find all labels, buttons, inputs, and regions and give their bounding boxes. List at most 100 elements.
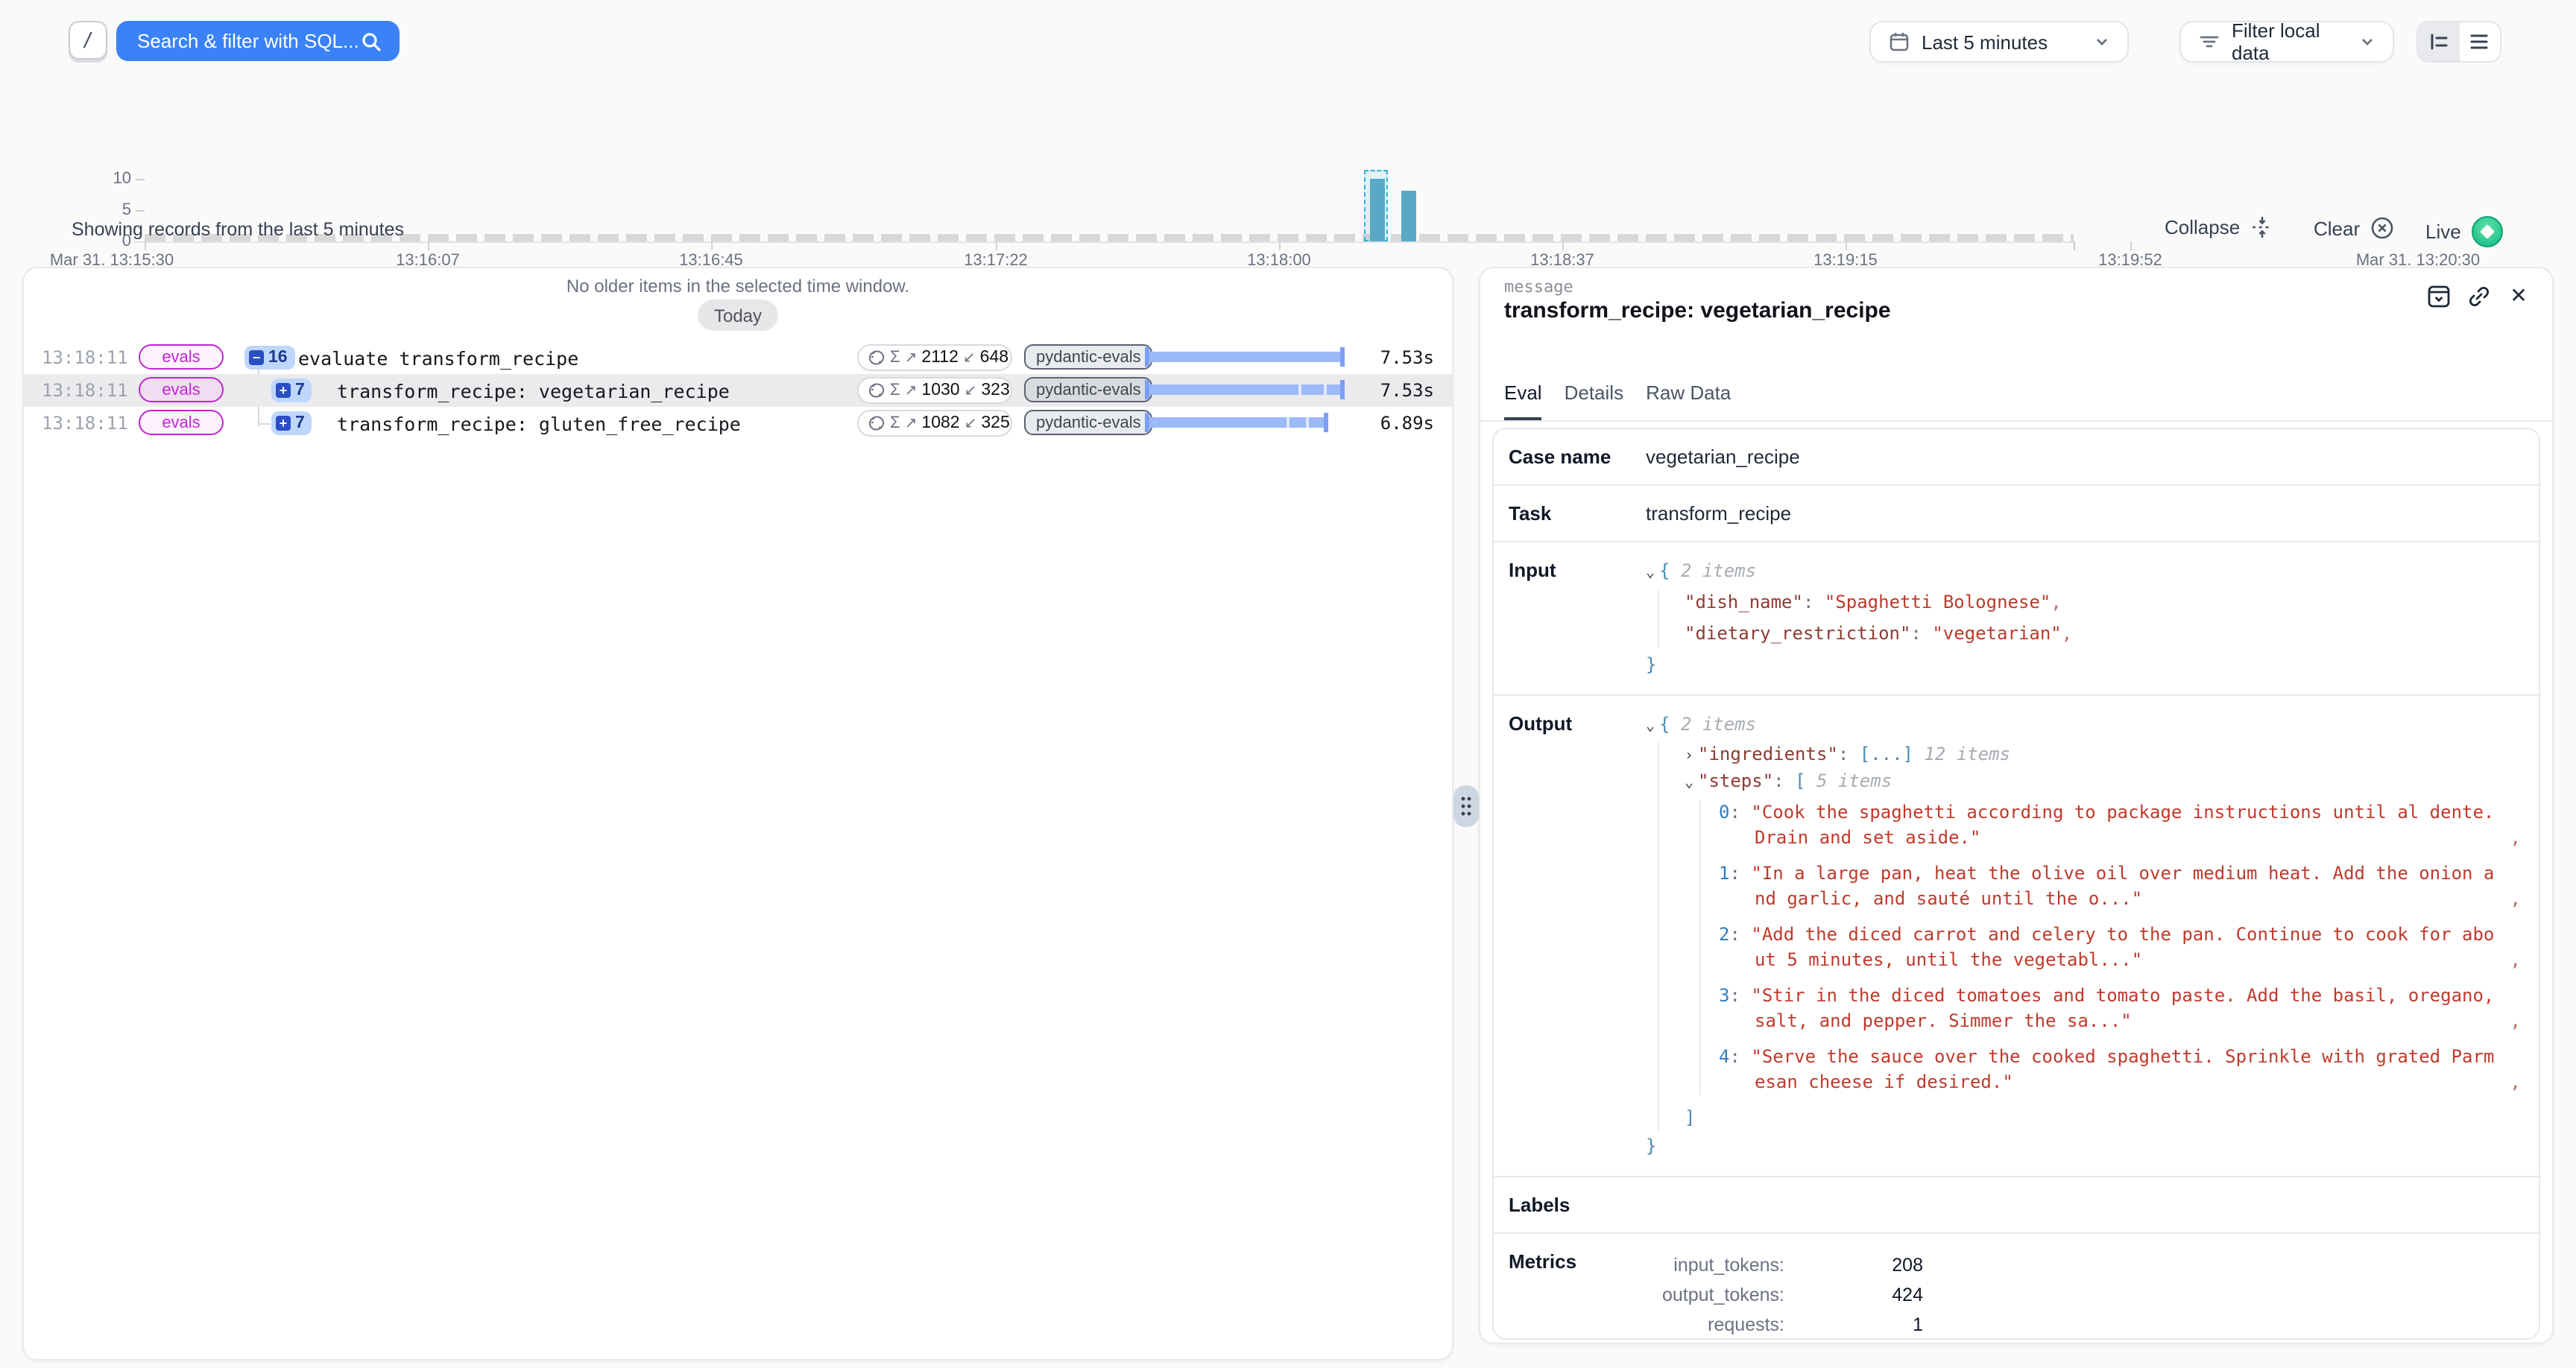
timeline-chart[interactable]: 10 5 0 Mar 31. 13:15:30 13:16:07 13:16:4… bbox=[0, 77, 2576, 194]
json-key: "dietary_restriction" bbox=[1685, 623, 1910, 644]
comma: , bbox=[2510, 1070, 2521, 1095]
colon: : bbox=[1803, 592, 1825, 612]
gantt-bar[interactable] bbox=[1145, 380, 1345, 399]
comma: , bbox=[2510, 887, 2521, 912]
chevron-down-icon[interactable]: ⌄ bbox=[1646, 714, 1659, 739]
output-tokens-count: 648 bbox=[980, 349, 1008, 367]
empty-window-notice: No older items in the selected time wind… bbox=[24, 276, 1452, 297]
span-name[interactable]: transform_recipe: vegetarian_recipe bbox=[337, 380, 730, 402]
open-brace: { bbox=[1659, 714, 1670, 735]
span-count-badge[interactable]: − 16 bbox=[244, 346, 295, 370]
tab-eval[interactable]: Eval bbox=[1504, 381, 1542, 420]
close-brace: } bbox=[1646, 654, 1656, 675]
items-count-meta: 12 items bbox=[1924, 744, 2010, 764]
collapse-spans-icon[interactable]: − bbox=[249, 350, 264, 365]
json-string-value: "vegetarian" bbox=[1932, 623, 2061, 644]
collapse-icon bbox=[2250, 216, 2273, 238]
output-row: Output ⌄{ 2 items ›"ingredients": [...] … bbox=[1494, 696, 2539, 1177]
case-name-value: vegetarian_recipe bbox=[1646, 446, 1800, 468]
tab-raw-data[interactable]: Raw Data bbox=[1646, 381, 1731, 420]
time-range-dropdown[interactable]: Last 5 minutes bbox=[1869, 21, 2129, 63]
duration-label: 7.53s bbox=[1380, 380, 1434, 401]
expand-spans-icon[interactable]: + bbox=[276, 416, 291, 431]
span-name[interactable]: evaluate transform_recipe bbox=[298, 347, 578, 370]
input-label: Input bbox=[1509, 559, 1646, 678]
metric-name: input_tokens: bbox=[1646, 1250, 1784, 1280]
chevron-down-icon[interactable]: ⌄ bbox=[1646, 560, 1659, 586]
search-icon bbox=[361, 31, 382, 51]
dock-panel-icon[interactable] bbox=[2425, 283, 2451, 308]
json-string-value: "Stir in the diced tomatoes and tomato p… bbox=[1751, 985, 2494, 1031]
filter-local-data-dropdown[interactable]: Filter local data bbox=[2179, 21, 2394, 63]
comma: , bbox=[2051, 592, 2061, 612]
json-key: "ingredients" bbox=[1698, 744, 1838, 764]
panel-resize-handle[interactable] bbox=[1453, 785, 1479, 827]
collapse-button[interactable]: Collapse bbox=[2165, 216, 2273, 238]
output-tokens-arrow-icon: ↙ bbox=[963, 349, 976, 366]
output-json-tree[interactable]: ⌄{ 2 items ›"ingredients": [...] 12 item… bbox=[1646, 712, 2524, 1159]
json-string-value: "Spaghetti Bolognese" bbox=[1825, 592, 2051, 612]
span-name[interactable]: transform_recipe: gluten_free_recipe bbox=[337, 413, 741, 435]
input-tokens-count: 1082 bbox=[921, 414, 959, 432]
clear-button[interactable]: Clear bbox=[2314, 216, 2394, 240]
task-row: Task transform_recipe bbox=[1494, 486, 2539, 542]
ingredients-node[interactable]: ›"ingredients": [...] 12 items bbox=[1685, 742, 2524, 769]
list-view-toggle[interactable] bbox=[2459, 22, 2500, 61]
collapse-button-label: Collapse bbox=[2165, 216, 2240, 238]
record-kind-label: message bbox=[1504, 277, 1573, 297]
json-entry: "dish_name": "Spaghetti Bolognese", bbox=[1685, 590, 2524, 615]
chevron-down-icon bbox=[2094, 34, 2109, 49]
metric-value: 1 bbox=[1784, 1310, 1923, 1340]
gantt-bar[interactable] bbox=[1145, 347, 1345, 367]
y-tick-mark bbox=[136, 179, 145, 180]
case-name-label: Case name bbox=[1509, 446, 1646, 468]
labels-row: Labels bbox=[1494, 1177, 2539, 1234]
token-coin-icon bbox=[868, 381, 886, 399]
metric-name: output_tokens: bbox=[1646, 1280, 1784, 1310]
array-index: 2 bbox=[1719, 924, 1729, 945]
token-usage-pill: Σ ↗ 2112 ↙ 648 bbox=[857, 344, 1012, 371]
tab-details[interactable]: Details bbox=[1565, 381, 1624, 420]
chevron-right-icon[interactable]: › bbox=[1685, 744, 1698, 769]
span-count-badge[interactable]: + 7 bbox=[271, 411, 312, 435]
open-bracket: [ bbox=[1795, 770, 1805, 791]
trace-row[interactable]: 13:18:11 evals + 7 transform_recipe: glu… bbox=[24, 407, 1452, 440]
tree-view-toggle[interactable] bbox=[2418, 22, 2459, 61]
colon: : bbox=[1773, 770, 1795, 791]
live-toggle[interactable]: Live bbox=[2425, 216, 2503, 247]
array-index: 3 bbox=[1719, 985, 1729, 1006]
array-index: 0 bbox=[1719, 802, 1729, 823]
output-tokens-arrow-icon: ↙ bbox=[965, 382, 977, 399]
service-badge: evals bbox=[139, 410, 224, 435]
collapsed-array[interactable]: [...] bbox=[1860, 744, 1913, 764]
items-count-meta: 5 items bbox=[1816, 770, 1892, 791]
steps-node[interactable]: ⌄"steps": [ 5 items bbox=[1685, 769, 2524, 796]
search-button[interactable]: Search & filter with SQL... bbox=[116, 21, 400, 61]
span-count-badge[interactable]: + 7 bbox=[271, 379, 312, 402]
token-usage-pill: Σ ↗ 1030 ↙ 323 bbox=[857, 377, 1012, 404]
trace-row[interactable]: 13:18:11 evals − 16 evaluate transform_r… bbox=[24, 341, 1452, 374]
live-view: / Search & filter with SQL... Last 5 min… bbox=[0, 0, 2576, 1368]
metric-line: input_tokens: 208 bbox=[1646, 1250, 1923, 1280]
trace-row[interactable]: 13:18:11 evals + 7 transform_recipe: veg… bbox=[24, 374, 1452, 407]
status-bar: Showing records from the last 5 minutes … bbox=[0, 216, 2576, 246]
y-tick-mark bbox=[136, 210, 145, 212]
colon: : bbox=[1729, 985, 1751, 1006]
filter-label: Filter local data bbox=[2232, 19, 2348, 64]
metric-value: 424 bbox=[1784, 1280, 1923, 1310]
comma: , bbox=[2510, 948, 2521, 973]
chevron-down-icon[interactable]: ⌄ bbox=[1685, 770, 1698, 796]
gantt-bar[interactable] bbox=[1145, 413, 1328, 432]
copy-link-icon[interactable] bbox=[2466, 283, 2491, 308]
detail-tabs: Eval Details Raw Data bbox=[1504, 381, 2528, 420]
input-json-tree[interactable]: ⌄{ 2 items "dish_name": "Spaghetti Bolog… bbox=[1646, 559, 2524, 678]
token-usage-pill: Σ ↗ 1082 ↙ 325 bbox=[857, 410, 1012, 437]
close-icon[interactable]: ✕ bbox=[2506, 283, 2531, 308]
metric-value: 208 bbox=[1784, 1250, 1923, 1280]
metrics-label: Metrics bbox=[1509, 1250, 1646, 1340]
output-tokens-count: 323 bbox=[981, 381, 1009, 399]
span-count: 7 bbox=[295, 414, 305, 432]
tag-badge: pydantic-evals bbox=[1024, 344, 1153, 370]
search-button-label: Search & filter with SQL... bbox=[137, 30, 361, 52]
expand-spans-icon[interactable]: + bbox=[276, 383, 291, 398]
